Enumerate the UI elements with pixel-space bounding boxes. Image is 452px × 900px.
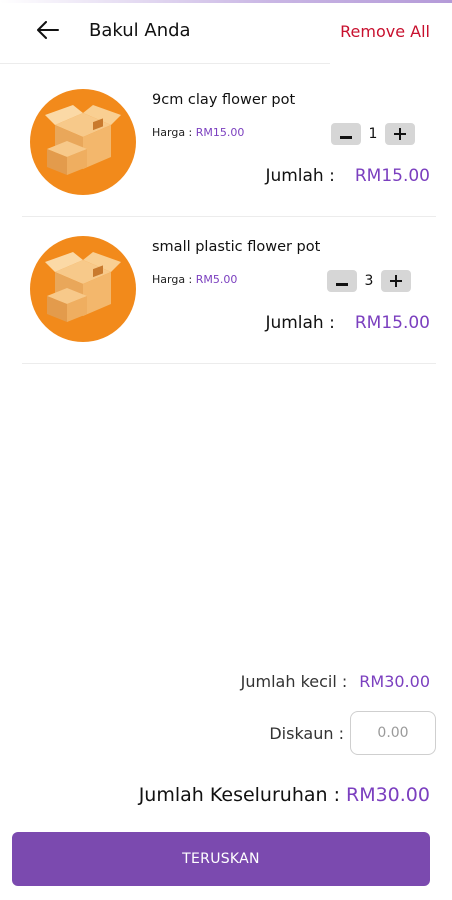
cart-list: 9cm clay flower pot Harga : RM15.00 1 Ju… (0, 70, 452, 364)
discount-input[interactable] (350, 711, 436, 755)
item-total-value: RM15.00 (354, 166, 430, 186)
price-label: Harga : (152, 126, 196, 139)
subtotal-row: Jumlah kecil : RM30.00 (241, 672, 430, 691)
grand-total-value: RM30.00 (346, 784, 430, 806)
increase-quantity-button[interactable] (381, 270, 411, 292)
quantity-value: 1 (368, 126, 378, 142)
discount-label: Diskaun : (269, 723, 344, 743)
box-icon (45, 252, 121, 322)
item-total: Jumlah : RM15.00 (265, 166, 430, 186)
plus-icon (390, 272, 402, 291)
plus-icon (394, 125, 406, 144)
product-image (30, 236, 136, 342)
arrow-left-icon (37, 21, 59, 43)
box-icon (45, 105, 121, 175)
product-name: 9cm clay flower pot (152, 92, 296, 108)
cart-item: 9cm clay flower pot Harga : RM15.00 1 Ju… (0, 70, 452, 217)
product-image (30, 89, 136, 195)
subtotal-label: Jumlah kecil : (240, 672, 348, 691)
continue-button[interactable]: TERUSKAN (12, 832, 430, 886)
price-value: RM5.00 (195, 273, 238, 286)
item-total-value: RM15.00 (354, 313, 430, 333)
item-total-label: Jumlah : (265, 166, 335, 186)
quantity-stepper: 3 (327, 270, 411, 292)
quantity-stepper: 1 (331, 123, 415, 145)
quantity-value: 3 (364, 273, 374, 289)
remove-all-button[interactable]: Remove All (340, 22, 430, 41)
item-total: Jumlah : RM15.00 (265, 313, 430, 333)
app-header: Bakul Anda Remove All (0, 3, 452, 63)
grand-total-row: Jumlah Keseluruhan : RM30.00 (139, 784, 430, 806)
page-title: Bakul Anda (89, 20, 191, 41)
increase-quantity-button[interactable] (385, 123, 415, 145)
minus-icon (340, 125, 352, 144)
discount-row: Diskaun : (269, 711, 436, 755)
price-value: RM15.00 (195, 126, 245, 139)
cart-item: small plastic flower pot Harga : RM5.00 … (0, 217, 452, 364)
product-name: small plastic flower pot (152, 239, 321, 255)
header-divider (0, 63, 330, 64)
product-price: Harga : RM5.00 (152, 273, 237, 286)
decrease-quantity-button[interactable] (331, 123, 361, 145)
item-total-label: Jumlah : (265, 313, 335, 333)
product-price: Harga : RM15.00 (152, 126, 244, 139)
back-button[interactable] (30, 17, 66, 47)
price-label: Harga : (152, 273, 196, 286)
grand-total-label: Jumlah Keseluruhan : (138, 784, 340, 806)
subtotal-value: RM30.00 (359, 672, 430, 691)
decrease-quantity-button[interactable] (327, 270, 357, 292)
item-divider (22, 363, 436, 364)
minus-icon (336, 272, 348, 291)
